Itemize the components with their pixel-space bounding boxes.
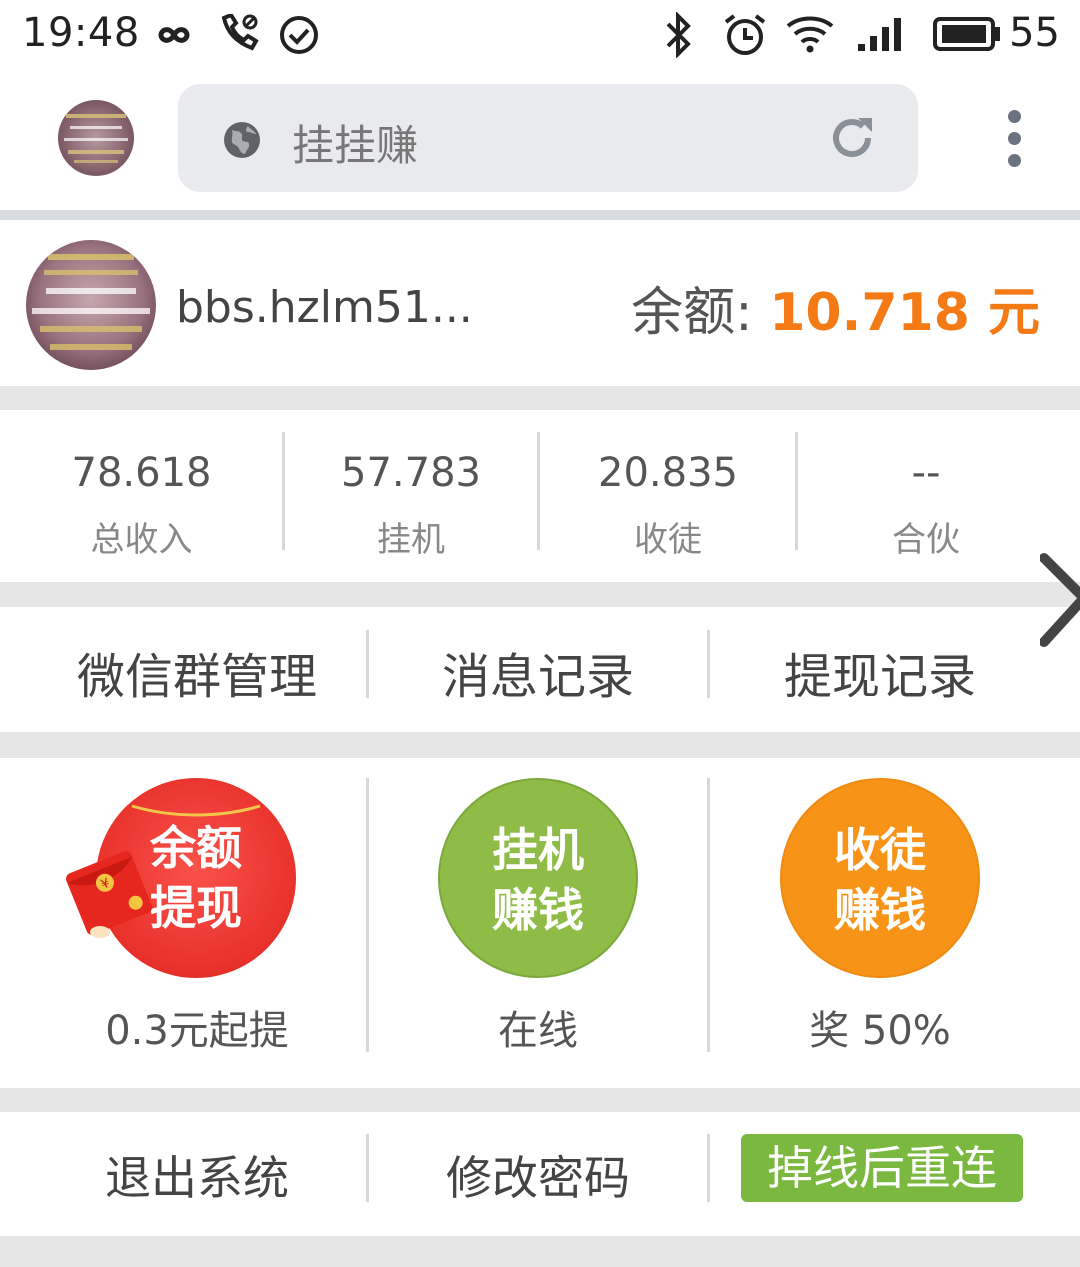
divider xyxy=(282,432,285,550)
divider xyxy=(707,1134,710,1202)
stat-value: -- xyxy=(911,450,941,496)
stat-label: 收徒 xyxy=(634,520,702,560)
more-vert-icon[interactable] xyxy=(1000,110,1028,170)
username: bbs.hzlm51... xyxy=(176,282,473,333)
divider xyxy=(707,630,710,698)
divider xyxy=(366,1134,369,1202)
nav-row: 微信群管理 消息记录 提现记录 xyxy=(0,607,1080,732)
site-avatar[interactable] xyxy=(58,100,134,176)
divider xyxy=(366,778,369,1052)
action-line1: 收徒 xyxy=(834,823,926,877)
stat-total-income[interactable]: 78.618 总收入 xyxy=(0,410,283,580)
logout-button[interactable]: 退出系统 xyxy=(27,1142,367,1208)
divider xyxy=(707,778,710,1052)
reconnect-button[interactable]: 掉线后重连 xyxy=(741,1134,1023,1202)
divider xyxy=(366,630,369,698)
stat-value: 20.835 xyxy=(598,450,738,496)
globe-icon xyxy=(224,122,260,158)
battery-icon xyxy=(933,17,1000,51)
infinity-icon xyxy=(158,27,190,43)
bottom-actions: 退出系统 修改密码 掉线后重连 xyxy=(0,1112,1080,1236)
reload-icon[interactable] xyxy=(824,110,880,166)
browser-toolbar: 挂挂赚 xyxy=(0,70,1080,210)
wechat-group-button[interactable]: 微信群管理 xyxy=(27,637,367,707)
action-line1: 挂机 xyxy=(492,823,584,877)
signal-icon xyxy=(858,18,901,51)
battery-percent: 55 xyxy=(1009,10,1060,56)
message-log-button[interactable]: 消息记录 xyxy=(368,637,708,707)
address-bar[interactable]: 挂挂赚 xyxy=(178,84,918,192)
online-status-text: 在线 xyxy=(498,1008,578,1054)
close-icon[interactable] xyxy=(1040,550,1080,650)
divider xyxy=(0,582,1080,607)
url-text[interactable]: 挂挂赚 xyxy=(292,112,418,173)
stat-partner[interactable]: -- 合伙 xyxy=(797,410,1055,580)
check-circle-icon xyxy=(280,16,318,54)
stat-label: 合伙 xyxy=(892,520,960,560)
alarm-icon xyxy=(724,14,766,55)
action-row: 余额 提现 ¥ 0.3元起提 挂机 赚钱 在线 收徒 赚钱 奖 50% xyxy=(0,758,1080,1088)
balance-label: 余额: xyxy=(631,283,753,343)
balance-value: 10.718 元 xyxy=(769,283,1040,343)
bluetooth-icon xyxy=(666,12,691,58)
balance: 余额: 10.718 元 xyxy=(631,270,1040,345)
call-icon xyxy=(221,14,259,51)
divider xyxy=(0,1088,1080,1112)
stat-label: 挂机 xyxy=(377,520,445,560)
stats-row: 78.618 总收入 57.783 挂机 20.835 收徒 -- 合伙 xyxy=(0,410,1080,580)
stat-apprentice[interactable]: 20.835 收徒 xyxy=(539,410,797,580)
action-line2: 赚钱 xyxy=(492,883,584,937)
red-envelope-icon: ¥ xyxy=(66,851,153,938)
status-bar: 19:48 55 xyxy=(0,0,1080,70)
divider xyxy=(0,732,1080,758)
withdraw-log-button[interactable]: 提现记录 xyxy=(710,637,1050,707)
reward-text: 奖 50% xyxy=(809,1008,951,1054)
status-time: 19:48 xyxy=(22,10,140,56)
change-password-button[interactable]: 修改密码 xyxy=(368,1142,708,1208)
user-info-row: bbs.hzlm51... 余额: 10.718 元 xyxy=(0,220,1080,386)
divider xyxy=(0,1236,1080,1267)
divider xyxy=(0,210,1080,220)
divider xyxy=(795,432,798,550)
action-line2: 赚钱 xyxy=(834,883,926,937)
stat-idle[interactable]: 57.783 挂机 xyxy=(283,410,539,580)
stat-label: 总收入 xyxy=(90,520,193,560)
avatar[interactable] xyxy=(26,240,156,370)
divider xyxy=(537,432,540,550)
withdraw-min-text: 0.3元起提 xyxy=(105,1008,289,1054)
stat-value: 78.618 xyxy=(71,450,212,496)
envelope-flap xyxy=(131,804,261,817)
stat-value: 57.783 xyxy=(341,450,481,496)
idle-earn-button[interactable]: 挂机 赚钱 xyxy=(438,778,638,978)
divider xyxy=(0,386,1080,410)
recruit-earn-button[interactable]: 收徒 赚钱 xyxy=(780,778,980,978)
wifi-icon xyxy=(786,16,834,53)
